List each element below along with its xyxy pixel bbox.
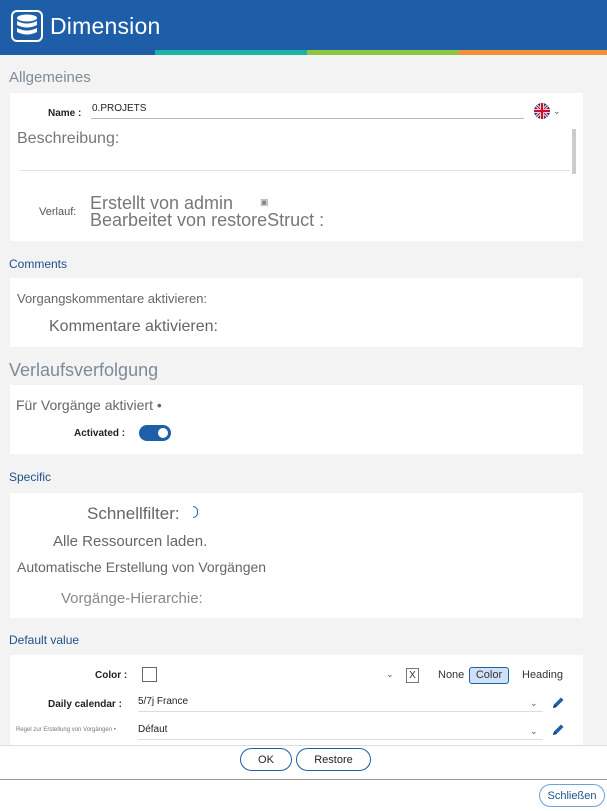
enable-comments-label: Kommentare aktivieren: — [49, 318, 218, 335]
clear-color-button[interactable]: X — [406, 668, 419, 683]
footer: Schließen — [0, 779, 607, 811]
restore-button[interactable]: Restore — [296, 748, 371, 771]
chevron-down-icon[interactable]: ⌄ — [386, 669, 394, 680]
chevron-down-icon[interactable]: ⌄ — [553, 106, 561, 117]
chevron-down-icon[interactable]: ⌄ — [530, 726, 538, 737]
toggle-knob — [158, 428, 168, 438]
calendar-select[interactable]: 5/7j France — [138, 696, 543, 712]
quick-filter-label: Schnellfilter: — [87, 504, 180, 523]
color-label: Color : — [95, 670, 128, 681]
activated-label: Activated : — [74, 428, 126, 439]
general-panel: Name : 0.PROJETS ⌄ Beschreibung: Verlauf… — [10, 93, 583, 241]
edit-pencil-icon[interactable] — [551, 696, 565, 710]
database-icon — [11, 10, 43, 42]
scrollbar[interactable] — [572, 129, 576, 174]
section-title-general: Allgemeines — [9, 69, 91, 86]
option-color[interactable]: Color — [469, 667, 509, 684]
quick-filter-toggle[interactable] — [193, 506, 198, 518]
close-button[interactable]: Schließen — [539, 784, 605, 807]
task-hierarchy-label: Vorgänge-Hierarchie: — [61, 590, 203, 607]
uk-flag-icon[interactable] — [534, 103, 550, 119]
chevron-down-icon[interactable]: ⌄ — [530, 698, 538, 709]
activated-toggle[interactable] — [139, 425, 171, 441]
rule-label: Regel zur Erstellung von Vorgängen • — [16, 727, 116, 733]
name-label: Name : — [48, 108, 82, 119]
section-title-specific: Specific — [9, 470, 52, 484]
tracking-panel: Für Vorgänge aktiviert • Activated : — [10, 385, 583, 454]
calendar-label: Daily calendar : — [48, 699, 122, 710]
tracking-enabled-label: Für Vorgänge aktiviert • — [16, 397, 162, 413]
edit-pencil-icon[interactable] — [551, 723, 565, 737]
history-label: Verlauf: — [39, 206, 77, 218]
color-swatch[interactable] — [142, 667, 157, 682]
option-none[interactable]: None — [438, 669, 464, 681]
comments-panel: Vorgangskommentare aktivieren: Kommentar… — [10, 278, 583, 347]
load-resources-label: Alle Ressourcen laden. — [53, 533, 208, 550]
auto-create-label: Automatische Erstellung von Vorgängen — [17, 559, 267, 575]
name-input[interactable]: 0.PROJETS — [91, 103, 524, 119]
button-bar: OK Restore — [0, 745, 607, 779]
rule-select[interactable]: Défaut — [138, 724, 543, 740]
section-title-comments: Comments — [9, 257, 68, 271]
specific-panel: Schnellfilter: Alle Ressourcen laden. Au… — [10, 493, 583, 618]
section-title-tracking: Verlaufsverfolgung — [9, 360, 159, 380]
section-title-default-value: Default value — [9, 633, 80, 647]
user-icon: ▣ — [260, 197, 269, 207]
title-bar: Dimension — [0, 0, 607, 50]
default-value-panel: Color : ⌄ X None Color Heading Daily cal… — [10, 655, 583, 745]
task-comments-label: Vorgangskommentare aktivieren: — [17, 291, 208, 306]
dialog-body[interactable]: Allgemeines Name : 0.PROJETS ⌄ Beschreib… — [0, 55, 607, 745]
edited-by-text: Bearbeitet von restoreStruct : — [90, 210, 325, 230]
window-title: Dimension — [50, 13, 161, 39]
option-heading[interactable]: Heading — [522, 669, 563, 681]
description-label: Beschreibung: — [17, 130, 120, 147]
ok-button[interactable]: OK — [240, 748, 292, 771]
